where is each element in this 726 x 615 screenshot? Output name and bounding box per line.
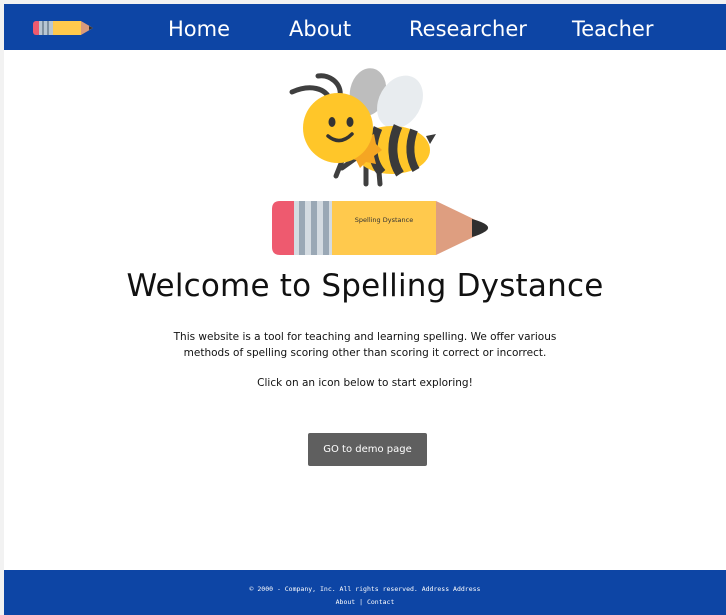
nav-researcher[interactable]: Researcher bbox=[409, 15, 527, 43]
pencil-icon: Spelling Dystance bbox=[272, 201, 489, 255]
page-frame: Home About Researcher Teacher Spelling D… bbox=[4, 4, 726, 615]
footer-link-contact[interactable]: Contact bbox=[367, 598, 394, 606]
footer: © 2000 - Company, Inc. All rights reserv… bbox=[4, 570, 726, 615]
footer-links: About | Contact bbox=[4, 598, 726, 606]
footer-link-about[interactable]: About bbox=[336, 598, 356, 606]
intro-text: This website is a tool for teaching and … bbox=[173, 331, 557, 359]
nav-teacher[interactable]: Teacher bbox=[572, 15, 653, 43]
footer-separator: | bbox=[359, 598, 364, 606]
footer-copyright: © 2000 - Company, Inc. All rights reserv… bbox=[249, 585, 481, 593]
bee-icon bbox=[289, 68, 436, 187]
pencil-label: Spelling Dystance bbox=[355, 216, 413, 224]
demo-page-button[interactable]: GO to demo page bbox=[308, 433, 427, 466]
cta-text: Click on an icon below to start explorin… bbox=[257, 377, 473, 389]
nav-about[interactable]: About bbox=[289, 15, 351, 43]
navbar: Home About Researcher Teacher bbox=[4, 4, 726, 50]
pencil-logo-icon[interactable] bbox=[33, 19, 95, 37]
nav-home[interactable]: Home bbox=[168, 15, 230, 43]
page-title: Welcome to Spelling Dystance bbox=[126, 268, 604, 304]
